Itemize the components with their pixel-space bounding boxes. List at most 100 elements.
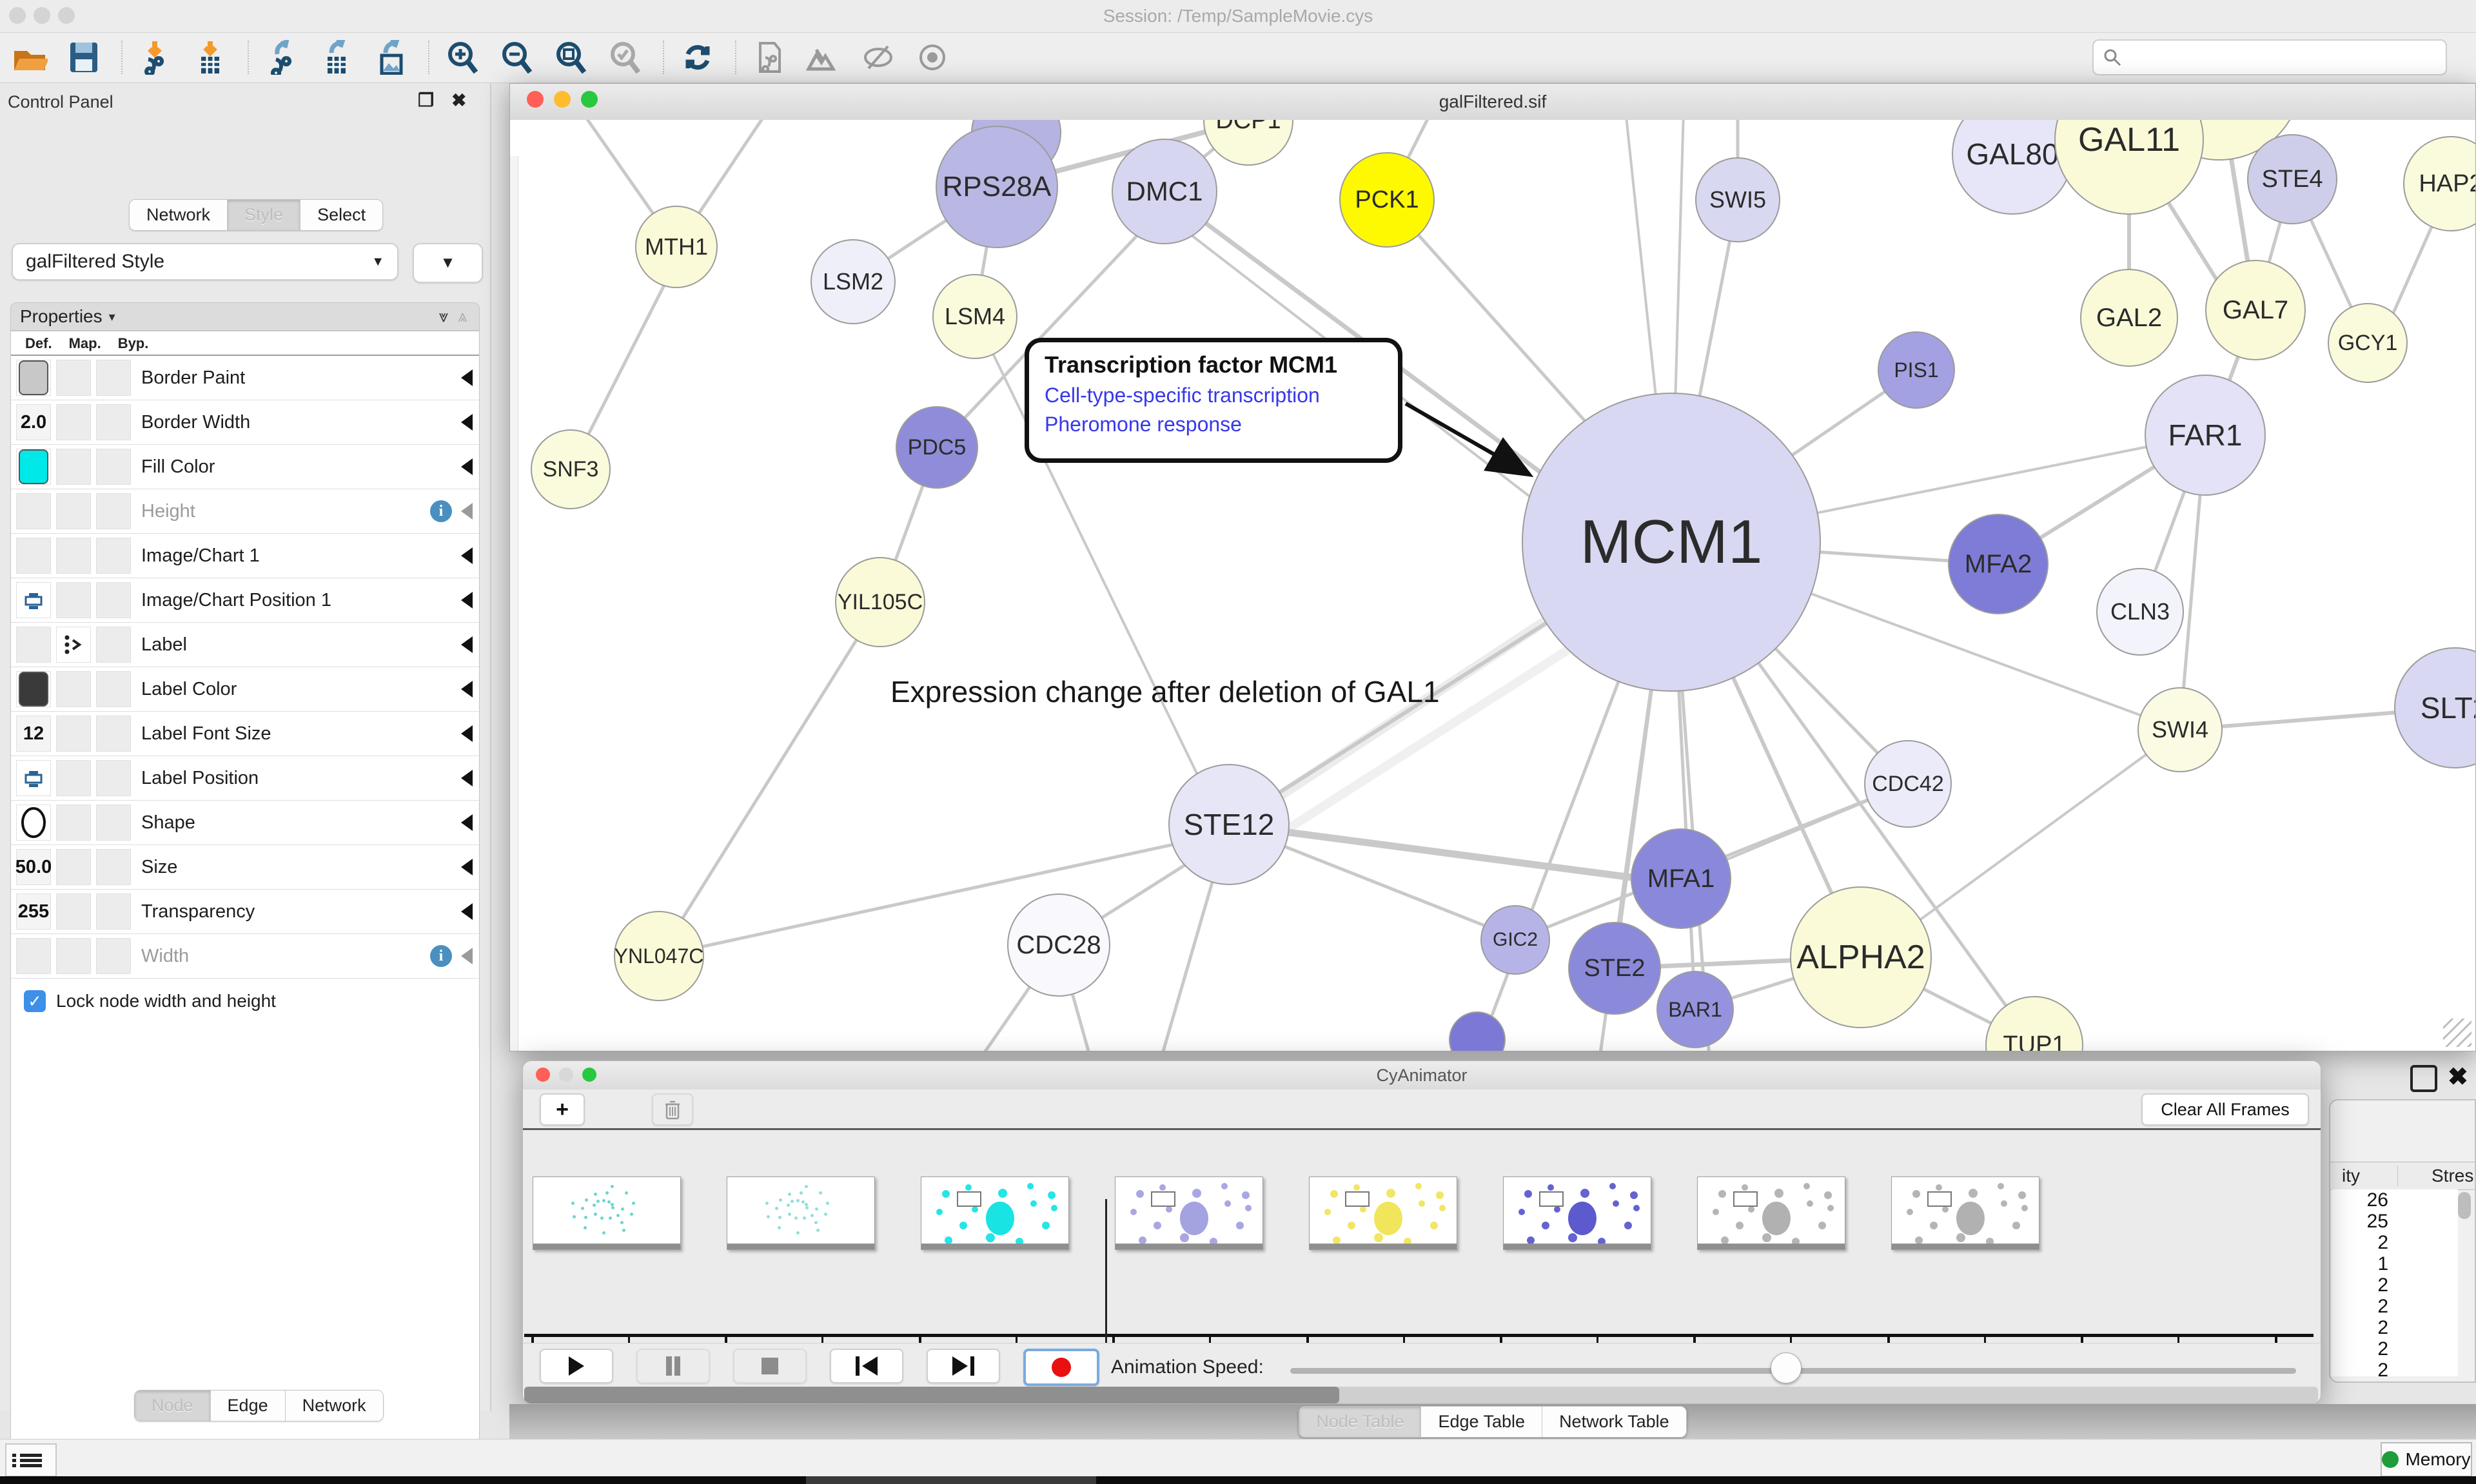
search-input[interactable] (2092, 39, 2447, 75)
zoom-in-icon[interactable] (442, 38, 484, 77)
property-cell[interactable] (56, 404, 91, 440)
property-cell[interactable] (96, 805, 131, 841)
zoom-fit-icon[interactable] (551, 38, 592, 77)
property-cell[interactable] (96, 627, 131, 663)
node-rps28a[interactable]: RPS28A (936, 126, 1058, 248)
node-pis1[interactable]: PIS1 (1878, 331, 1955, 409)
node-cdc28[interactable]: CDC28 (1007, 893, 1110, 997)
property-cell[interactable] (56, 849, 91, 885)
property-cell[interactable] (16, 938, 51, 974)
task-history-button[interactable] (5, 1443, 57, 1477)
expand-all-icon[interactable]: ⩔ (438, 306, 451, 326)
property-cell[interactable]: 255 (16, 893, 51, 930)
expand-row-icon[interactable] (461, 814, 473, 831)
frame-thumbnail-0[interactable] (533, 1176, 681, 1250)
property-cell[interactable]: 2.0 (16, 404, 51, 440)
network-snapshot-icon[interactable] (749, 38, 791, 77)
annotation-link[interactable]: Cell-type-specific transcription (1045, 384, 1382, 407)
property-cell[interactable] (56, 360, 91, 396)
node-gal7[interactable]: GAL7 (2205, 260, 2306, 360)
property-cell[interactable] (16, 582, 51, 618)
save-session-icon[interactable] (63, 38, 104, 77)
expand-row-icon[interactable] (461, 948, 473, 964)
close-panel-icon[interactable]: ✖ (2448, 1062, 2468, 1091)
info-icon[interactable]: i (430, 500, 452, 522)
node-pdc5[interactable]: PDC5 (896, 406, 978, 489)
property-cell[interactable] (16, 449, 51, 485)
tab-network[interactable]: Network (130, 200, 228, 230)
property-cell[interactable] (56, 671, 91, 707)
search-network-icon[interactable] (803, 38, 845, 77)
node-ynl047c[interactable]: YNL047C (614, 911, 704, 1001)
node-snf3[interactable]: SNF3 (531, 429, 611, 509)
property-row-transparency[interactable]: 255Transparency (11, 890, 479, 934)
expand-row-icon[interactable] (461, 859, 473, 875)
import-network-icon[interactable] (135, 38, 177, 77)
property-cell[interactable] (96, 671, 131, 707)
properties-header[interactable]: Properties ▾ ⩔ ⩓ (10, 302, 480, 331)
expand-row-icon[interactable] (461, 681, 473, 698)
expand-row-icon[interactable] (461, 770, 473, 786)
export-image-icon[interactable] (370, 38, 411, 77)
property-row-label-color[interactable]: Label Color (11, 667, 479, 712)
tab-node[interactable]: Node (135, 1391, 211, 1421)
lock-size-checkbox[interactable]: ✓ (24, 990, 46, 1012)
node-pck1[interactable]: PCK1 (1339, 152, 1435, 248)
node-cdc42[interactable]: CDC42 (1864, 740, 1952, 828)
expand-row-icon[interactable] (461, 458, 473, 475)
node-gcy1[interactable]: GCY1 (2328, 303, 2408, 383)
node-dmc1[interactable]: DMC1 (1112, 139, 1217, 244)
delete-frame-button[interactable] (652, 1093, 693, 1126)
node-far1[interactable]: FAR1 (2145, 375, 2266, 496)
node-lsm2[interactable]: LSM2 (811, 239, 896, 324)
column-header-stres[interactable]: Stres (2397, 1166, 2473, 1186)
expand-row-icon[interactable] (461, 369, 473, 386)
property-cell[interactable] (56, 893, 91, 930)
property-cell[interactable] (96, 893, 131, 930)
property-row-border-width[interactable]: 2.0Border Width (11, 400, 479, 445)
property-cell[interactable] (16, 805, 51, 841)
node-alpha2[interactable]: ALPHA2 (1790, 886, 1932, 1028)
property-cell[interactable] (56, 760, 91, 796)
property-cell[interactable] (56, 716, 91, 752)
annotation-box[interactable]: Transcription factor MCM1 Cell-type-spec… (1025, 338, 1402, 463)
property-row-width[interactable]: Widthi (11, 934, 479, 979)
node-bar1[interactable]: BAR1 (1656, 971, 1734, 1048)
property-row-fill-color[interactable]: Fill Color (11, 445, 479, 489)
expand-row-icon[interactable] (461, 592, 473, 609)
property-row-label-position[interactable]: Label Position (11, 756, 479, 801)
refresh-icon[interactable] (677, 38, 718, 77)
cyanimator-titlebar[interactable]: CyAnimator (523, 1061, 2321, 1090)
node-mth1[interactable]: MTH1 (635, 206, 718, 288)
memory-button[interactable]: Memory (2381, 1442, 2472, 1477)
property-cell[interactable] (56, 582, 91, 618)
frame-thumbnail-1[interactable] (727, 1176, 875, 1250)
tab-style[interactable]: Style (228, 200, 300, 230)
property-cell[interactable] (16, 360, 51, 396)
frame-thumbnail-7[interactable] (1891, 1176, 2039, 1250)
property-row-height[interactable]: Heighti (11, 489, 479, 534)
property-cell[interactable] (96, 849, 131, 885)
export-network-icon[interactable] (262, 38, 303, 77)
column-header-ity[interactable]: ity (2330, 1166, 2397, 1186)
property-cell[interactable] (96, 716, 131, 752)
node-swi5[interactable]: SWI5 (1695, 157, 1780, 242)
hide-detail-icon[interactable] (858, 38, 899, 77)
node-gal2[interactable]: GAL2 (2080, 269, 2178, 367)
property-cell[interactable] (56, 938, 91, 974)
property-cell[interactable] (56, 627, 91, 663)
animation-speed-handle[interactable] (1771, 1352, 1802, 1383)
property-cell[interactable] (96, 760, 131, 796)
style-options-button[interactable]: ▼ (413, 243, 483, 283)
property-row-border-paint[interactable]: Border Paint (11, 356, 479, 400)
property-cell[interactable] (96, 493, 131, 529)
property-cell[interactable] (56, 493, 91, 529)
property-row-image-chart-1[interactable]: Image/Chart 1 (11, 534, 479, 578)
pause-button[interactable] (636, 1349, 710, 1383)
add-frame-button[interactable]: + (540, 1093, 585, 1126)
stop-button[interactable] (733, 1349, 807, 1383)
node-ste12[interactable]: STE12 (1168, 764, 1290, 885)
tab-node-table[interactable]: Node Table (1299, 1407, 1421, 1437)
style-selector-dropdown[interactable]: galFiltered Style ▼ (12, 243, 398, 280)
annotation-link[interactable]: Pheromone response (1045, 413, 1382, 436)
